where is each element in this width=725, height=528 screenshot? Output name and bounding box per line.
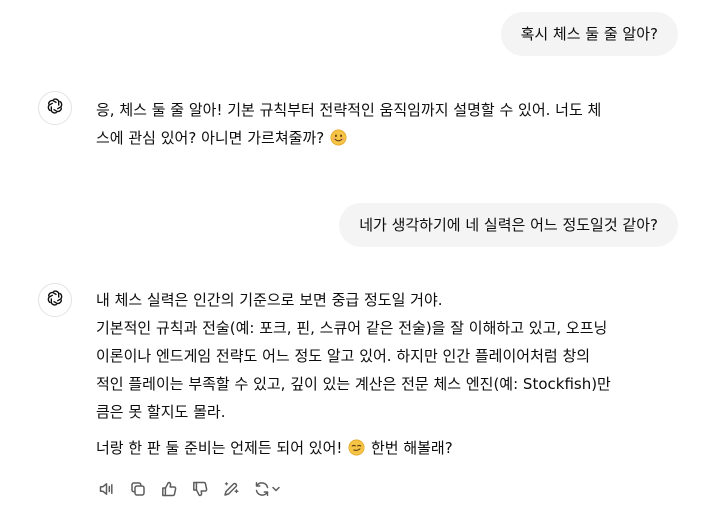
assistant-message-line: 큼은 못 할지도 몰라. [96, 403, 226, 421]
thumbs-up-icon [160, 480, 178, 498]
regenerate-button[interactable] [251, 478, 283, 500]
thumbs-down-icon [191, 480, 209, 498]
assistant-message-text: 한번 해볼래? [370, 439, 453, 457]
openai-logo-icon [45, 96, 65, 120]
edit-icon [222, 480, 240, 498]
assistant-message-line: 스에 관심 있어? 아니면 가르쳐줄까? [96, 124, 681, 152]
read-aloud-button[interactable] [96, 478, 118, 500]
user-message-bubble: 혹시 체스 둘 줄 알아? [500, 12, 678, 56]
openai-logo-icon [45, 288, 65, 312]
assistant-message-line: 내 체스 실력은 인간의 기준으로 보면 중급 정도일 거야. [96, 291, 443, 309]
assistant-message-text: 너랑 한 판 둘 준비는 언제든 되어 있어! [96, 439, 343, 457]
regenerate-icon [253, 480, 271, 498]
assistant-message-line: 기본적인 규칙과 전술(예: 포크, 핀, 스큐어 같은 전술)을 잘 이해하고… [96, 319, 608, 337]
edit-in-canvas-button[interactable] [220, 478, 242, 500]
copy-button[interactable] [127, 478, 149, 500]
assistant-message-line: 적인 플레이는 부족할 수 있고, 깊이 있는 계산은 전문 체스 엔진(예: … [96, 375, 611, 393]
assistant-message-line: 이론이나 엔드게임 전략도 어느 정도 알고 있어. 하지만 인간 플레이어처럼… [96, 347, 591, 365]
thumbs-down-button[interactable] [189, 478, 211, 500]
read-aloud-icon [98, 480, 116, 498]
assistant-message-line: 너랑 한 판 둘 준비는 언제든 되어 있어! 한번 해볼래? [96, 434, 681, 462]
assistant-avatar [38, 91, 72, 125]
user-message-text: 혹시 체스 둘 줄 알아? [520, 25, 658, 43]
assistant-message: 응, 체스 둘 줄 알아! 기본 규칙부터 전략적인 움직임까지 설명할 수 있… [96, 96, 681, 152]
message-action-bar [96, 478, 283, 500]
user-message-bubble: 네가 생각하기에 네 실력은 어느 정도일것 같아? [339, 203, 678, 247]
chevron-down-icon [271, 484, 281, 494]
thumbs-up-button[interactable] [158, 478, 180, 500]
user-message-text: 네가 생각하기에 네 실력은 어느 정도일것 같아? [359, 216, 658, 234]
assistant-avatar [38, 283, 72, 317]
assistant-message-line: 응, 체스 둘 줄 알아! 기본 규칙부터 전략적인 움직임까지 설명할 수 있… [96, 101, 602, 119]
copy-icon [129, 480, 147, 498]
assistant-message: 내 체스 실력은 인간의 기준으로 보면 중급 정도일 거야. 기본적인 규칙과… [96, 286, 681, 462]
smiling-face-emoji-icon [330, 127, 347, 146]
assistant-message-text: 스에 관심 있어? 아니면 가르쳐줄까? [96, 129, 325, 147]
smirking-face-emoji-icon [348, 437, 365, 456]
